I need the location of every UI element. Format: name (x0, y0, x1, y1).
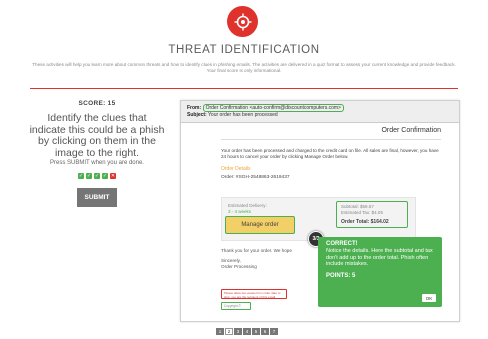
footer-warning-clue[interactable]: Please allow two weeks from order date t… (221, 289, 287, 299)
page-button[interactable]: 5 (252, 328, 260, 335)
feedback-popup: CORRECT! Notice the details. Here the su… (318, 237, 442, 307)
result-correct-icon: ✓ (78, 173, 84, 179)
delivery-info[interactable]: Estimated Delivery: 3 - 4 weeks (228, 203, 267, 215)
thanks-text[interactable]: Thank you for your order. We hope (221, 248, 292, 254)
email-message[interactable]: Your order has been processed and charge… (221, 148, 441, 160)
page-button[interactable]: 7 (270, 328, 278, 335)
result-indicators: ✓ ✓ ✓ ✓ ✕ (28, 173, 166, 179)
order-details-label: Order Details (221, 166, 251, 172)
instructions-text: Identify the clues that indicate this co… (29, 112, 165, 159)
feedback-ok-button[interactable]: OK (422, 294, 436, 302)
signature-text: Order Processing (221, 264, 257, 269)
result-correct-icon: ✓ (102, 173, 108, 179)
email-header: From: Order Confirmation <auto-confirm@d… (181, 101, 459, 123)
delivery-value: 3 - 4 weeks (228, 209, 252, 214)
result-correct-icon: ✓ (94, 173, 100, 179)
result-incorrect-icon: ✕ (110, 173, 116, 179)
page-title: THREAT IDENTIFICATION (168, 44, 320, 56)
target-icon (227, 6, 258, 37)
page-button[interactable]: 6 (261, 328, 269, 335)
from-address-clue[interactable]: Order Confirmation <auto-confirm@discoun… (202, 104, 344, 112)
email-closing: Thank you for your order. We hope Sincer… (221, 248, 292, 270)
order-total-value: Order Total: $164.02 (341, 219, 389, 225)
feedback-points: POINTS: 5 (326, 272, 356, 279)
page-button[interactable]: 1 (216, 328, 224, 335)
intro-text: These activities will help you learn mor… (32, 62, 456, 73)
score-label: SCORE: 15 (78, 100, 116, 107)
page-button[interactable]: 3 (234, 328, 242, 335)
submit-hint: Press SUBMIT when you are done. (50, 160, 144, 166)
result-correct-icon: ✓ (86, 173, 92, 179)
subject-value[interactable]: Your order has been processed (208, 112, 278, 118)
submit-button[interactable]: SUBMIT (77, 188, 117, 207)
order-number[interactable]: Order: #SGH-2548863-2619437 (221, 175, 441, 180)
email-body: Order Confirmation Your order has been p… (221, 127, 441, 269)
divider (30, 88, 458, 89)
subject-label: Subject: (187, 112, 207, 118)
copyright-clue[interactable]: Copyright © 2016 (221, 302, 251, 310)
tax-value: Estimated Tax: $4.05 (341, 210, 383, 215)
feedback-title: CORRECT! (326, 241, 358, 247)
email-title: Order Confirmation (221, 127, 441, 140)
manage-order-button[interactable]: Manage order (225, 216, 295, 234)
pagination: 1 2 3 4 5 6 7 (216, 328, 278, 335)
page-button[interactable]: 4 (243, 328, 251, 335)
order-totals-clue[interactable]: Subtotal: $59.57 Estimated Tax: $4.05 Or… (336, 201, 408, 228)
from-label: From: (187, 105, 202, 111)
quiz-sidebar: SCORE: 15 Identify the clues that indica… (28, 100, 166, 207)
page-button-active[interactable]: 2 (225, 328, 233, 335)
feedback-text: Notice the details. Here the subtotal an… (326, 248, 433, 267)
